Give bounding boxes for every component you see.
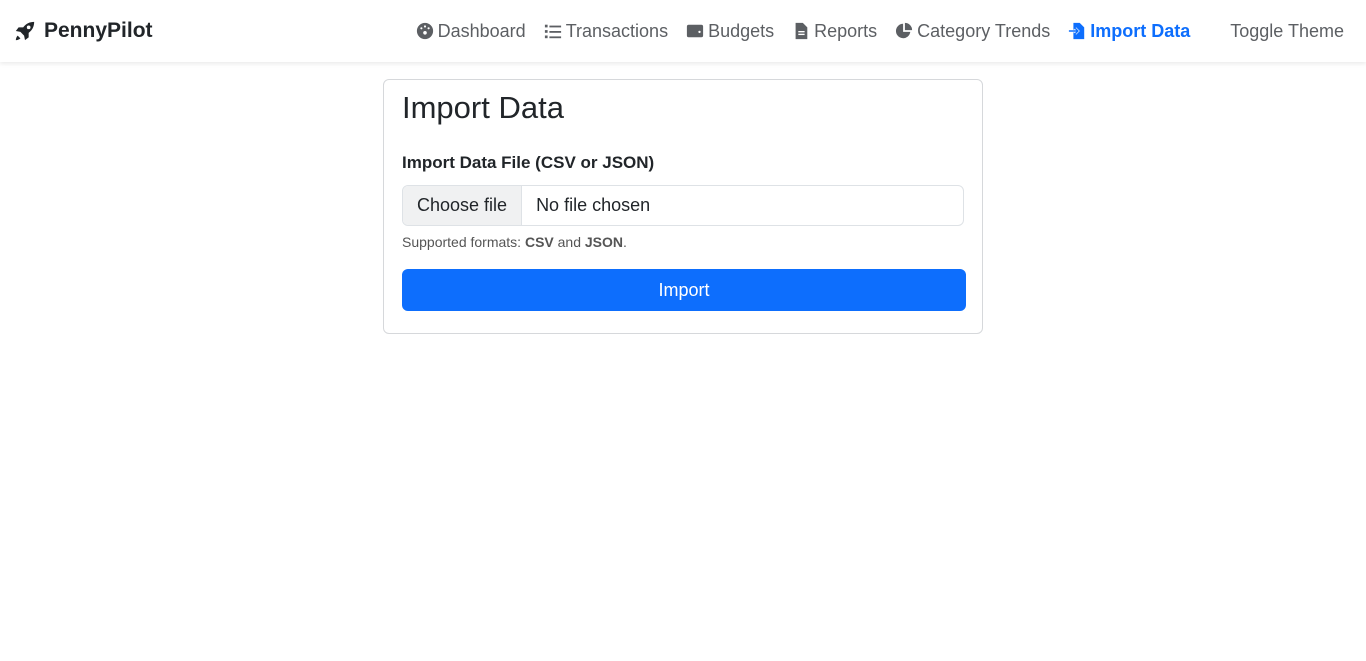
brand-link[interactable]: PennyPilot xyxy=(14,19,153,43)
nav-toggle-theme[interactable]: Toggle Theme xyxy=(1208,21,1344,42)
nav-reports[interactable]: Reports xyxy=(792,21,877,42)
moon-icon xyxy=(1211,23,1220,39)
file-label: Import Data File (CSV or JSON) xyxy=(402,153,655,172)
page-title: Import Data xyxy=(402,90,564,125)
rocket-icon xyxy=(15,21,35,41)
import-button[interactable]: Import xyxy=(402,269,966,311)
nav-category-trends[interactable]: Category Trends xyxy=(895,21,1050,42)
import-card: Import Data Import Data File (CSV or JSO… xyxy=(383,79,983,334)
nav-import-data[interactable]: Import Data xyxy=(1068,21,1190,42)
wallet-icon xyxy=(686,24,704,38)
file-input[interactable]: Choose file No file chosen xyxy=(402,185,964,226)
pie-chart-icon xyxy=(896,22,913,39)
nav-dashboard[interactable]: Dashboard xyxy=(416,21,526,42)
file-icon xyxy=(795,22,808,40)
help-text: Supported formats: CSV and JSON. xyxy=(402,234,627,250)
nav-budgets[interactable]: Budgets xyxy=(686,21,774,42)
choose-file-button[interactable]: Choose file xyxy=(403,186,523,225)
file-import-icon xyxy=(1069,22,1085,40)
nav-transactions[interactable]: Transactions xyxy=(544,21,668,42)
gauge-icon xyxy=(416,22,433,40)
list-icon xyxy=(544,24,561,39)
brand-name: PennyPilot xyxy=(44,19,153,42)
navbar: PennyPilot Dashboard Transactions Budget… xyxy=(0,0,1366,62)
file-name: No file chosen xyxy=(536,195,651,215)
